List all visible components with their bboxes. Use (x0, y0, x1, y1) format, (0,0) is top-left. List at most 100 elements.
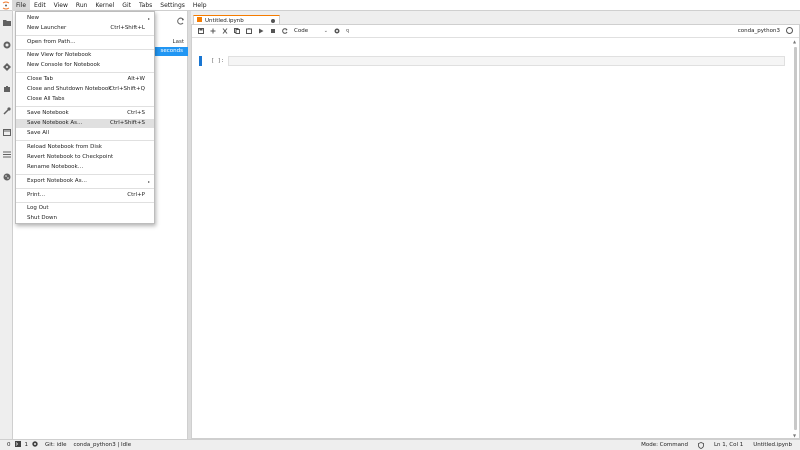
menu-item-shortcut: Ctrl+S (127, 110, 145, 116)
jupyter-logo-icon[interactable] (0, 0, 12, 11)
save-icon[interactable] (195, 26, 207, 37)
scroll-thumb[interactable] (794, 47, 797, 430)
extension-icon[interactable] (2, 84, 11, 93)
menu-git[interactable]: Git (118, 0, 135, 11)
scroll-down-icon[interactable]: ▼ (793, 433, 796, 438)
menu-item-close-shutdown[interactable]: Close and Shutdown Notebook Ctrl+Shift+Q (16, 85, 154, 94)
menu-item-save-all[interactable]: Save All (16, 129, 154, 138)
menu-item-label: Save Notebook (27, 110, 69, 116)
menu-item-label: Reload Notebook from Disk (27, 144, 102, 150)
menu-separator (16, 188, 154, 189)
notebook-toolbar: Code ⌄ ꟼ conda_python3 (192, 25, 799, 38)
menu-separator (16, 106, 154, 107)
menu-item-shutdown[interactable]: Shut Down (16, 214, 154, 223)
chevron-down-icon: ⌄ (323, 28, 328, 34)
menu-item-logout[interactable]: Log Out (16, 204, 154, 213)
refresh-icon[interactable] (177, 17, 185, 25)
cell-type-select[interactable]: Code ⌄ (294, 27, 328, 36)
status-bar-right: Mode: Command Ln 1, Col 1 Untitled.ipynb (631, 441, 800, 449)
unsaved-dot-icon[interactable] (271, 18, 275, 23)
menu-item-label: Export Notebook As… (27, 178, 88, 184)
menu-item-shortcut: Ctrl+Shift+Q (109, 86, 145, 92)
menu-item-close-all-tabs[interactable]: Close All Tabs (16, 95, 154, 104)
menu-item-rename[interactable]: Rename Notebook… (16, 163, 154, 172)
terminals-count[interactable]: 0 (7, 441, 21, 449)
menu-help[interactable]: Help (189, 0, 211, 11)
menu-tabs[interactable]: Tabs (135, 0, 156, 11)
menu-edit[interactable]: Edit (30, 0, 50, 11)
cut-icon[interactable] (219, 26, 231, 37)
menu-separator (16, 35, 154, 36)
menu-item-new-launcher[interactable]: New Launcher Ctrl+Shift+L (16, 24, 154, 33)
terminals-count-value: 0 (7, 442, 11, 448)
menu-kernel[interactable]: Kernel (91, 0, 118, 11)
menu-item-save[interactable]: Save Notebook Ctrl+S (16, 109, 154, 118)
window-icon[interactable] (2, 128, 11, 137)
restart-icon[interactable] (279, 26, 291, 37)
status-filename[interactable]: Untitled.ipynb (753, 442, 792, 448)
wrench-icon[interactable] (2, 106, 11, 115)
menu-item-label: Save All (27, 130, 50, 136)
stop-icon[interactable] (267, 26, 279, 37)
menu-item-label: New Launcher (27, 25, 67, 31)
shield-icon[interactable] (698, 441, 704, 449)
scroll-up-icon[interactable]: ▲ (793, 39, 796, 44)
menu-item-label: Print… (27, 192, 46, 198)
menu-run[interactable]: Run (72, 0, 92, 11)
git-diff-icon[interactable] (331, 26, 343, 37)
menu-separator (16, 140, 154, 141)
notebook-scrollbar[interactable]: ▲ ▼ (793, 39, 798, 438)
main-area: Untitled.ipynb Code ⌄ ꟼ conda_python3 [… (191, 11, 800, 439)
menu-item-open-from-path[interactable]: Open from Path… (16, 38, 154, 47)
kernels-count[interactable]: 1 (25, 441, 39, 449)
run-icon[interactable] (255, 26, 267, 37)
kernel-status[interactable]: conda_python3 | Idle (73, 442, 131, 448)
menu-item-close-tab[interactable]: Close Tab Alt+W (16, 75, 154, 84)
activity-bar (0, 11, 13, 439)
menu-item-print[interactable]: Print… Ctrl+P (16, 191, 154, 200)
tab-label: Untitled.ipynb (205, 17, 244, 24)
menu-item-revert[interactable]: Revert Notebook to Checkpoint (16, 153, 154, 162)
menu-separator (16, 72, 154, 73)
notebook-cell[interactable]: [ ]: (199, 56, 789, 66)
kernel-name-label[interactable]: conda_python3 (738, 27, 780, 36)
menu-item-new[interactable]: New ▸ (16, 14, 154, 23)
format-icon[interactable]: ꟼ (343, 26, 355, 37)
menu-item-shortcut: Ctrl+Shift+S (110, 120, 145, 126)
menu-item-save-as[interactable]: Save Notebook As… Ctrl+Shift+S (16, 119, 154, 128)
git-icon[interactable] (2, 62, 11, 71)
menu-settings[interactable]: Settings (156, 0, 189, 11)
file-row-modified[interactable]: seconds ago (151, 47, 188, 63)
menu-item-label: New (27, 15, 39, 21)
tab-bar: Untitled.ipynb (191, 14, 800, 25)
list-icon[interactable] (2, 150, 11, 159)
add-cell-icon[interactable] (207, 26, 219, 37)
menu-item-label: Close All Tabs (27, 96, 65, 102)
running-icon[interactable] (2, 40, 11, 49)
copy-icon[interactable] (231, 26, 243, 37)
menu-view[interactable]: View (50, 0, 72, 11)
status-bar: 0 1 Git: idle conda_python3 | Idle Mode:… (0, 439, 800, 450)
menu-item-reload[interactable]: Reload Notebook from Disk (16, 143, 154, 152)
cell-type-value: Code (294, 28, 309, 34)
folder-icon[interactable] (2, 18, 11, 27)
terminal-icon (14, 441, 21, 449)
cell-input-editor[interactable] (228, 56, 785, 66)
cell-collapser[interactable] (199, 56, 202, 66)
menu-file[interactable]: File (12, 0, 31, 11)
menu-item-new-console[interactable]: New Console for Notebook (16, 61, 154, 70)
git-status[interactable]: Git: idle (45, 442, 66, 448)
menu-item-shortcut: Ctrl+P (127, 192, 145, 198)
notebook-panel: Code ⌄ ꟼ conda_python3 [ ]: ▲ ▼ (191, 24, 800, 439)
palette-icon[interactable] (2, 172, 11, 181)
menu-item-new-view[interactable]: New View for Notebook (16, 51, 154, 60)
menu-item-export[interactable]: Export Notebook As… ▸ (16, 177, 154, 186)
cursor-position[interactable]: Ln 1, Col 1 (714, 442, 743, 448)
menu-item-label: Shut Down (27, 215, 57, 221)
menu-item-label: Save Notebook As… (27, 120, 83, 126)
menu-item-label: Close and Shutdown Notebook (27, 86, 112, 92)
kernel-icon (32, 441, 38, 449)
last-modified-header[interactable]: Last Modified (151, 38, 188, 53)
mode-indicator[interactable]: Mode: Command (641, 442, 688, 448)
paste-icon[interactable] (243, 26, 255, 37)
